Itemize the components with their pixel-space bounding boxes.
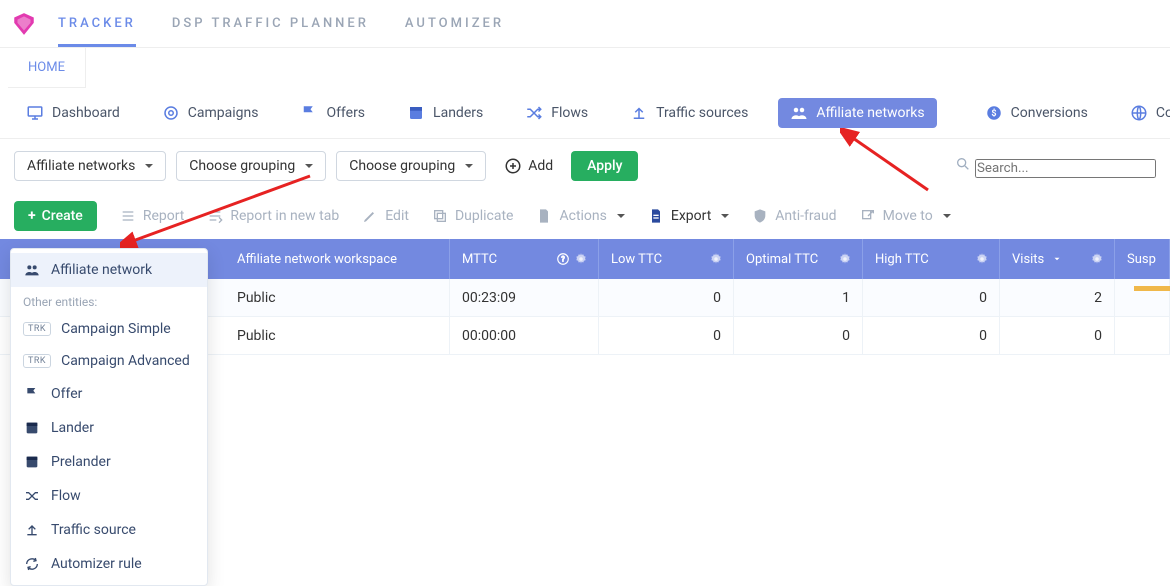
flag-icon — [23, 385, 41, 403]
col-visits[interactable]: Visits — [1000, 239, 1115, 279]
tab-home[interactable]: HOME — [8, 48, 86, 88]
create-traffic-source[interactable]: Traffic source — [11, 513, 207, 547]
copy-icon — [431, 207, 449, 225]
col-susp[interactable]: Susp — [1115, 239, 1170, 279]
page-icon — [23, 419, 41, 437]
create-dropdown: Affiliate network Other entities: TRKCam… — [10, 248, 208, 586]
category-bar: Dashboard Campaigns Offers Landers Flows… — [0, 88, 1170, 139]
loop-icon — [23, 555, 41, 573]
people-icon — [790, 104, 808, 122]
apply-button[interactable]: Apply — [571, 151, 638, 181]
dollar-icon: $ — [985, 104, 1003, 122]
page-icon — [407, 104, 425, 122]
nav-tracker[interactable]: TRACKER — [58, 16, 136, 31]
help-icon[interactable]: ? — [554, 250, 572, 268]
create-flow[interactable]: Flow — [11, 479, 207, 513]
trk-badge: TRK — [23, 354, 51, 368]
cat-conversions[interactable]: $Conversions — [973, 98, 1100, 128]
col-mttc[interactable]: MTTC? — [450, 239, 599, 279]
highlight-bar — [1134, 286, 1170, 291]
shuffle-icon — [525, 104, 543, 122]
brand-logo — [10, 10, 38, 38]
create-prelander[interactable]: Prelander — [11, 445, 207, 479]
external-icon — [206, 207, 224, 225]
trk-badge: TRK — [23, 322, 51, 336]
create-campaign-advanced[interactable]: TRKCampaign Advanced — [11, 345, 207, 377]
gear-icon[interactable] — [973, 250, 991, 268]
plus-circle-icon — [504, 157, 522, 175]
create-lander[interactable]: Lander — [11, 411, 207, 445]
gear-icon[interactable] — [707, 250, 725, 268]
people-icon — [23, 261, 41, 279]
add-button[interactable]: Add — [496, 151, 561, 181]
cat-flows[interactable]: Flows — [513, 98, 600, 128]
cat-landers[interactable]: Landers — [395, 98, 495, 128]
entity-select[interactable]: Affiliate networks — [14, 151, 166, 181]
move-to-button[interactable]: Move to — [859, 207, 951, 225]
toolbar: +Create Report Report in new tab Edit Du… — [0, 193, 1170, 239]
cat-campaigns[interactable]: Campaigns — [150, 98, 271, 128]
create-affiliate-network[interactable]: Affiliate network — [11, 253, 207, 287]
globe-icon — [1130, 104, 1148, 122]
export-button[interactable]: Export — [647, 207, 729, 225]
nav-dsp[interactable]: DSP TRAFFIC PLANNER — [172, 16, 369, 31]
svg-text:?: ? — [561, 255, 565, 263]
create-offer[interactable]: Offer — [11, 377, 207, 411]
cat-affiliate-networks[interactable]: Affiliate networks — [778, 98, 936, 128]
shield-icon — [751, 207, 769, 225]
grouping-1-select[interactable]: Choose grouping — [176, 151, 326, 181]
monitor-icon — [26, 104, 44, 122]
search-input[interactable] — [975, 159, 1156, 178]
report-new-tab-button[interactable]: Report in new tab — [206, 207, 339, 225]
search-box[interactable] — [954, 155, 1156, 178]
cat-offers[interactable]: Offers — [288, 98, 377, 128]
list-icon — [119, 207, 137, 225]
flag-icon — [300, 104, 318, 122]
upload-icon — [630, 104, 648, 122]
page-icon — [23, 453, 41, 471]
create-automizer-rule[interactable]: Automizer rule — [11, 547, 207, 581]
cat-country[interactable]: Country — [1118, 98, 1170, 128]
svg-text:$: $ — [991, 108, 996, 119]
cat-traffic-sources[interactable]: Traffic sources — [618, 98, 760, 128]
gear-icon[interactable] — [836, 250, 854, 268]
arrow-out-icon — [859, 207, 877, 225]
report-button[interactable]: Report — [119, 207, 185, 225]
create-button[interactable]: +Create — [14, 201, 97, 231]
target-icon — [162, 104, 180, 122]
plus-icon: + — [28, 208, 36, 224]
shuffle-icon — [23, 487, 41, 505]
chevron-down-icon — [1048, 250, 1066, 268]
other-entities-header: Other entities: — [11, 287, 207, 313]
create-campaign-simple[interactable]: TRKCampaign Simple — [11, 313, 207, 345]
col-optimal-ttc[interactable]: Optimal TTC — [734, 239, 863, 279]
col-low-ttc[interactable]: Low TTC — [599, 239, 734, 279]
nav-automizer[interactable]: AUTOMIZER — [405, 16, 504, 31]
top-nav: TRACKER DSP TRAFFIC PLANNER AUTOMIZER — [0, 0, 1170, 48]
upload-icon — [23, 521, 41, 539]
col-workspace[interactable]: Affiliate network workspace — [225, 239, 450, 279]
actions-button[interactable]: Actions — [535, 207, 624, 225]
cat-dashboard[interactable]: Dashboard — [14, 98, 132, 128]
grouping-2-select[interactable]: Choose grouping — [336, 151, 486, 181]
anti-fraud-button[interactable]: Anti-fraud — [751, 207, 836, 225]
pencil-icon — [361, 207, 379, 225]
edit-button[interactable]: Edit — [361, 207, 409, 225]
duplicate-button[interactable]: Duplicate — [431, 207, 514, 225]
col-high-ttc[interactable]: High TTC — [863, 239, 1000, 279]
document-icon — [647, 207, 665, 225]
file-icon — [535, 207, 553, 225]
gear-icon[interactable] — [1088, 250, 1106, 268]
gear-icon[interactable] — [572, 250, 590, 268]
search-icon — [954, 155, 972, 173]
filter-bar: Affiliate networks Choose grouping Choos… — [0, 139, 1170, 193]
